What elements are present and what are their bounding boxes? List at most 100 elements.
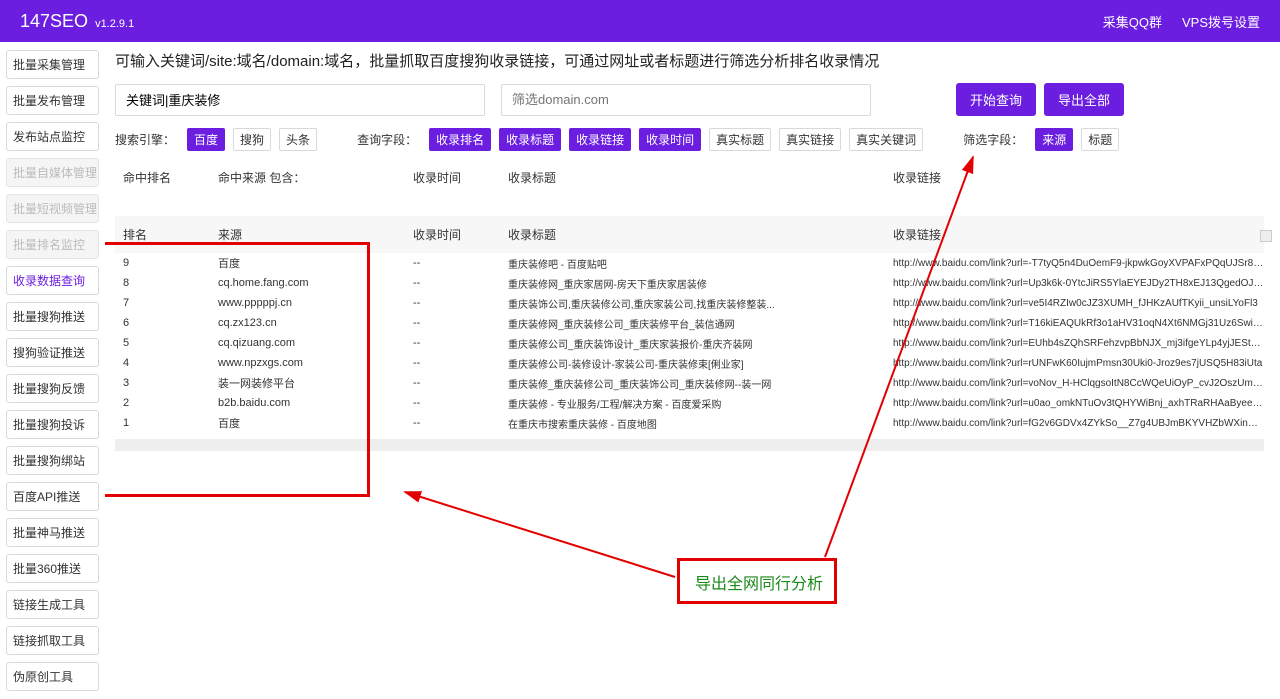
cell-link: http://www.baidu.com/link?url=u0ao_omkNT… [893, 398, 1264, 409]
query-field-label: 查询字段： [357, 131, 417, 148]
table-row[interactable]: 8cq.home.fang.com--重庆装修网_重庆家居网-房天下重庆家居装修… [115, 273, 1264, 293]
sidebar-item-17[interactable]: 伪原创工具 [6, 662, 99, 691]
query-tag-2[interactable]: 收录链接 [569, 128, 631, 151]
col-index-title: 收录标题 [508, 169, 893, 186]
sidebar-item-15[interactable]: 链接生成工具 [6, 590, 99, 619]
table-row[interactable]: 5cq.qizuang.com--重庆装修公司_重庆装饰设计_重庆家装报价-重庆… [115, 333, 1264, 353]
cell-link: http://www.baidu.com/link?url=Up3k6k-0Yt… [893, 278, 1264, 289]
sidebar-item-3: 批量自媒体管理 [6, 158, 99, 187]
query-tag-1[interactable]: 收录标题 [499, 128, 561, 151]
sidebar-item-7[interactable]: 批量搜狗推送 [6, 302, 99, 331]
table-row[interactable]: 2b2b.baidu.com--重庆装修 - 专业服务/工程/解决方案 - 百度… [115, 393, 1264, 413]
app-header: 147SEO v1.2.9.1 采集QQ群 VPS拨号设置 [0, 0, 1280, 42]
col-hit-source: 命中来源 包含： [218, 169, 413, 186]
sidebar-item-1[interactable]: 批量发布管理 [6, 86, 99, 115]
col-hit-rank: 命中排名 [123, 169, 218, 186]
cell-src: cq.zx123.cn [218, 317, 413, 329]
engine-tag-0[interactable]: 百度 [187, 128, 225, 151]
sidebar-item-4: 批量短视频管理 [6, 194, 99, 223]
horizontal-scrollbar[interactable] [115, 439, 1264, 451]
table-row[interactable]: 1百度--在重庆市搜索重庆装修 - 百度地图http://www.baidu.c… [115, 413, 1264, 433]
th-link: 收录链接 [893, 226, 1264, 243]
cell-src: cq.qizuang.com [218, 337, 413, 349]
table-row[interactable]: 9百度--重庆装修吧 - 百度贴吧http://www.baidu.com/li… [115, 253, 1264, 273]
sidebar-item-14[interactable]: 批量360推送 [6, 554, 99, 583]
cell-src: 装一网装修平台 [218, 375, 413, 391]
cell-rank: 9 [123, 257, 218, 269]
cell-src: cq.home.fang.com [218, 277, 413, 289]
sidebar-item-5: 批量排名监控 [6, 230, 99, 259]
th-time: 收录时间 [413, 226, 508, 243]
start-query-button[interactable]: 开始查询 [956, 83, 1036, 116]
query-tag-6[interactable]: 真实关键词 [849, 128, 923, 151]
th-source: 来源 [218, 226, 413, 243]
page-description: 可输入关键词/site:域名/domain:域名，批量抓取百度搜狗收录链接，可通… [115, 50, 1264, 71]
table-row[interactable]: 4www.npzxgs.com--重庆装修公司-装修设计-家装公司-重庆装修束[… [115, 353, 1264, 373]
table-row[interactable]: 3装一网装修平台--重庆装修_重庆装修公司_重庆装饰公司_重庆装修网--装一网h… [115, 373, 1264, 393]
cell-time: -- [413, 337, 508, 349]
filter-tag-0[interactable]: 来源 [1035, 128, 1073, 151]
cell-rank: 1 [123, 417, 218, 429]
cell-src: 百度 [218, 255, 413, 271]
engine-label: 搜索引擎： [115, 131, 175, 148]
cell-rank: 6 [123, 317, 218, 329]
export-all-button[interactable]: 导出全部 [1044, 83, 1124, 116]
query-tag-3[interactable]: 收录时间 [639, 128, 701, 151]
summary-header-row: 命中排名 命中来源 包含： 收录时间 收录标题 收录链接 [115, 161, 1264, 194]
table-row[interactable]: 6cq.zx123.cn--重庆装修网_重庆装修公司_重庆装修平台_装信通网ht… [115, 313, 1264, 333]
cell-rank: 2 [123, 397, 218, 409]
cell-title: 重庆装修网_重庆装修公司_重庆装修平台_装信通网 [508, 316, 893, 331]
cell-title: 重庆装修公司_重庆装饰设计_重庆家装报价-重庆齐装网 [508, 336, 893, 351]
app-name: 147SEO [20, 11, 88, 31]
cell-rank: 8 [123, 277, 218, 289]
main-panel: 可输入关键词/site:域名/domain:域名，批量抓取百度搜狗收录链接，可通… [105, 42, 1280, 699]
cell-link: http://www.baidu.com/link?url=-T7tyQ5n4D… [893, 258, 1264, 269]
col-index-time: 收录时间 [413, 169, 508, 186]
cell-title: 重庆装修吧 - 百度贴吧 [508, 256, 893, 271]
sidebar-item-2[interactable]: 发布站点监控 [6, 122, 99, 151]
sidebar-item-0[interactable]: 批量采集管理 [6, 50, 99, 79]
cell-title: 重庆装修网_重庆家居网-房天下重庆家居装修 [508, 276, 893, 291]
cell-rank: 7 [123, 297, 218, 309]
cell-time: -- [413, 377, 508, 389]
sidebar-item-16[interactable]: 链接抓取工具 [6, 626, 99, 655]
query-tag-0[interactable]: 收录排名 [429, 128, 491, 151]
app-logo: 147SEO v1.2.9.1 [20, 11, 134, 32]
cell-link: http://www.baidu.com/link?url=T16kiEAQUk… [893, 318, 1264, 329]
engine-tag-2[interactable]: 头条 [279, 128, 317, 151]
link-qq-group[interactable]: 采集QQ群 [1103, 12, 1162, 31]
filter-tag-1[interactable]: 标题 [1081, 128, 1119, 151]
keyword-input[interactable] [115, 84, 485, 116]
sidebar-item-6[interactable]: 收录数据查询 [6, 266, 99, 295]
cell-time: -- [413, 257, 508, 269]
cell-title: 在重庆市搜索重庆装修 - 百度地图 [508, 416, 893, 431]
table-row[interactable]: 7www.pppppj.cn--重庆装饰公司,重庆装修公司,重庆家装公司,找重庆… [115, 293, 1264, 313]
query-tag-4[interactable]: 真实标题 [709, 128, 771, 151]
engine-tag-1[interactable]: 搜狗 [233, 128, 271, 151]
app-version: v1.2.9.1 [95, 18, 134, 30]
query-tag-5[interactable]: 真实链接 [779, 128, 841, 151]
sidebar-item-11[interactable]: 批量搜狗绑站 [6, 446, 99, 475]
scroll-indicator[interactable] [1260, 230, 1272, 242]
domain-filter-input[interactable] [501, 84, 871, 116]
sidebar-item-10[interactable]: 批量搜狗投诉 [6, 410, 99, 439]
query-row: 开始查询 导出全部 [115, 83, 1264, 116]
cell-title: 重庆装饰公司,重庆装修公司,重庆家装公司,找重庆装修整装... [508, 296, 893, 311]
cell-link: http://www.baidu.com/link?url=rUNFwK60Iu… [893, 358, 1264, 369]
cell-rank: 5 [123, 337, 218, 349]
cell-rank: 4 [123, 357, 218, 369]
cell-time: -- [413, 357, 508, 369]
cell-title: 重庆装修_重庆装修公司_重庆装饰公司_重庆装修网--装一网 [508, 376, 893, 391]
sidebar-item-12[interactable]: 百度API推送 [6, 482, 99, 511]
sidebar-item-8[interactable]: 搜狗验证推送 [6, 338, 99, 367]
sidebar-item-13[interactable]: 批量神马推送 [6, 518, 99, 547]
cell-time: -- [413, 417, 508, 429]
link-vps-settings[interactable]: VPS拨号设置 [1182, 12, 1260, 31]
th-title: 收录标题 [508, 226, 893, 243]
cell-time: -- [413, 397, 508, 409]
cell-rank: 3 [123, 377, 218, 389]
col-index-link: 收录链接 [893, 169, 1264, 186]
filter-row: 搜索引擎： 百度搜狗头条 查询字段： 收录排名收录标题收录链接收录时间真实标题真实链接… [115, 128, 1264, 151]
sidebar-item-9[interactable]: 批量搜狗反馈 [6, 374, 99, 403]
cell-src: www.pppppj.cn [218, 297, 413, 309]
